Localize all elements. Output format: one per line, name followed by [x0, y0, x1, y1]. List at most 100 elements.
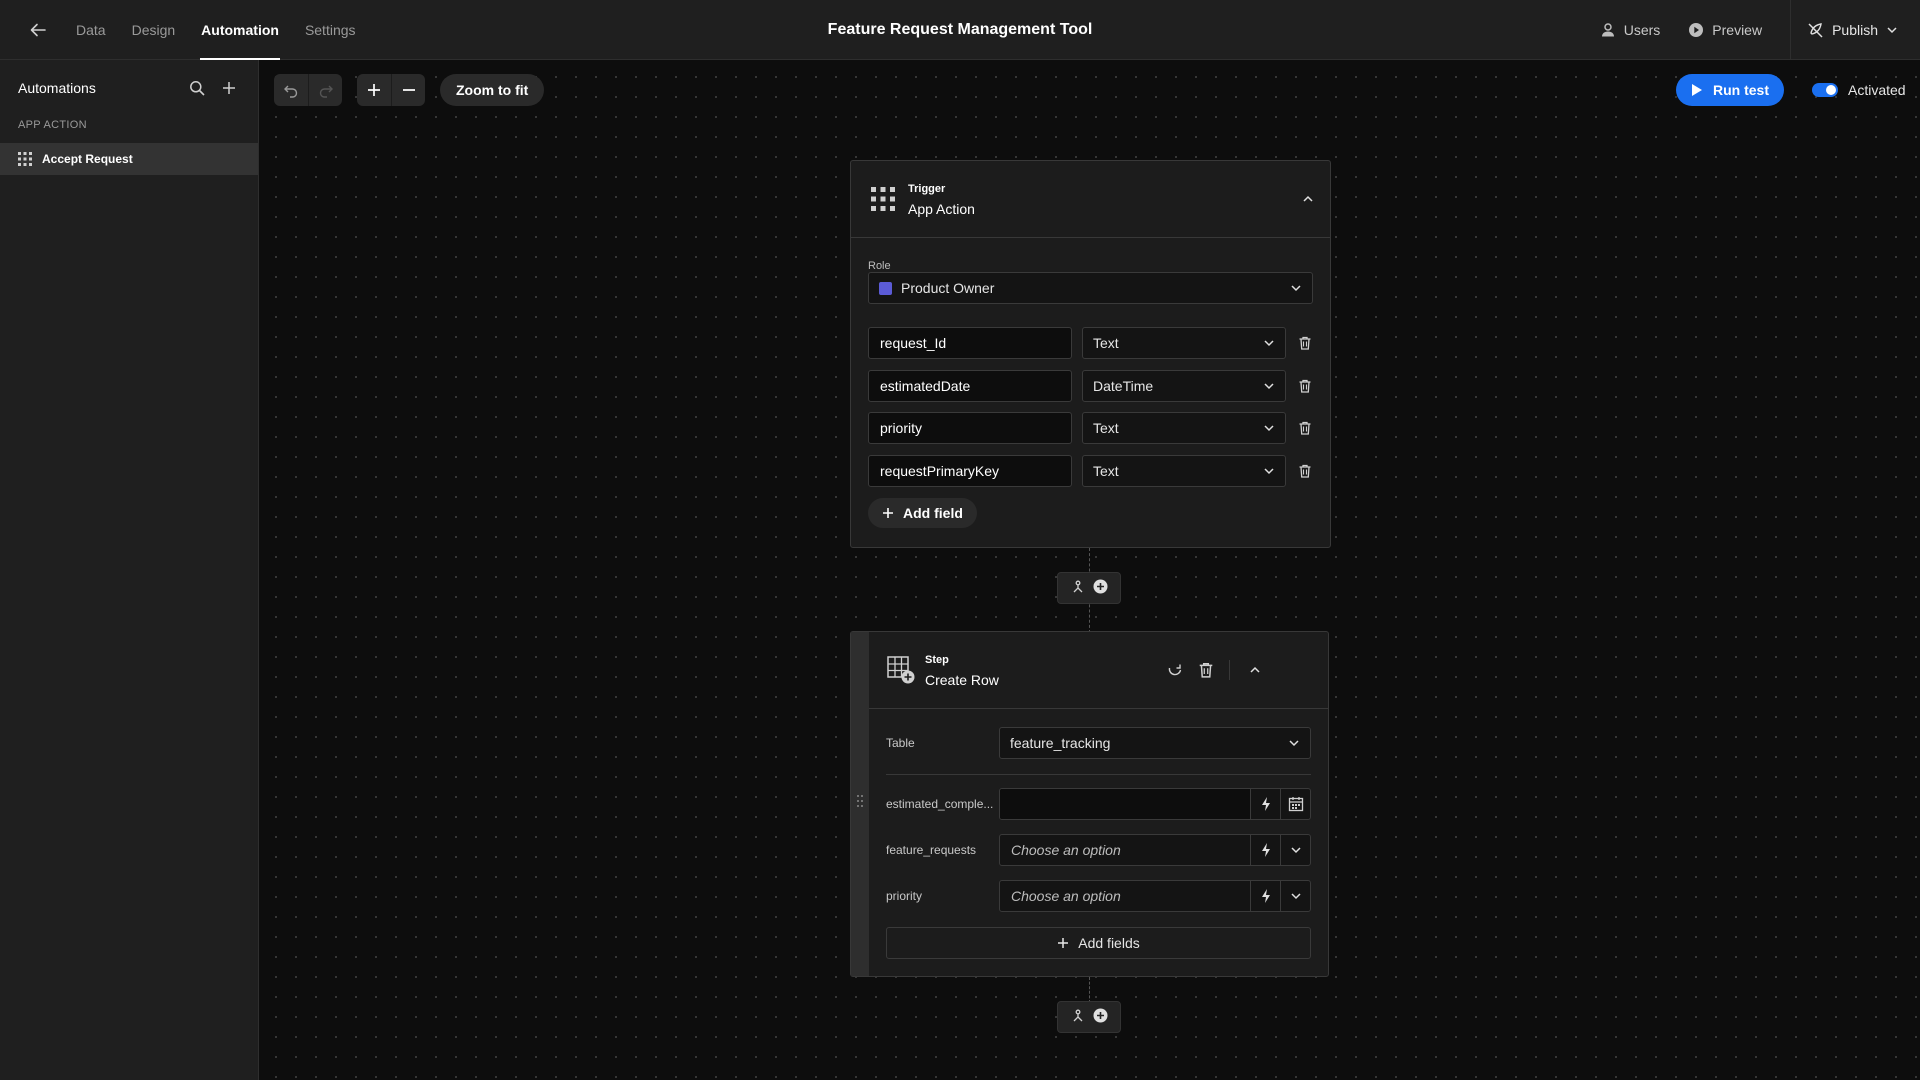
bindings-button[interactable] [1250, 789, 1280, 819]
redo-button[interactable] [308, 74, 342, 106]
calendar-button[interactable] [1280, 789, 1310, 819]
delete-field-button[interactable] [1294, 332, 1316, 354]
chevron-down-icon [1289, 740, 1299, 747]
app-title: Feature Request Management Tool [827, 21, 1093, 38]
field-name-input[interactable] [868, 370, 1072, 402]
add-fields-button[interactable]: Add fields [886, 927, 1311, 959]
zoom-to-fit-button[interactable]: Zoom to fit [440, 74, 545, 106]
publish-label: Publish [1832, 22, 1878, 38]
priority-field: Choose an option [999, 880, 1311, 912]
role-select[interactable]: Product Owner [868, 272, 1313, 304]
top-bar: Data Design Automation Settings Feature … [0, 0, 1920, 60]
feature-requests-field: Choose an option [999, 834, 1311, 866]
create-row-icon [887, 656, 915, 684]
plus-circle-icon [1093, 1008, 1107, 1023]
zoom-controls [357, 74, 425, 106]
field-name-input[interactable] [868, 412, 1072, 444]
plus-circle-icon [1093, 579, 1107, 594]
top-actions: Users Preview Publish [1600, 0, 1920, 60]
trigger-collapse-button[interactable] [1296, 187, 1320, 211]
field-type-value: DateTime [1093, 378, 1154, 394]
step-card: Step Create Row Table feature_tracking e… [850, 631, 1329, 977]
row-field-label: feature_requests [886, 843, 977, 857]
step-collapse-button[interactable] [1243, 658, 1267, 682]
users-button[interactable]: Users [1600, 22, 1660, 38]
sidebar-item-accept-request[interactable]: Accept Request [0, 143, 258, 175]
tab-settings[interactable]: Settings [304, 0, 357, 60]
chevron-down-icon [1290, 893, 1301, 900]
step-drag-handle[interactable] [851, 632, 869, 976]
step-kicker: Step [925, 654, 949, 666]
add-branch-button[interactable] [1071, 1009, 1085, 1026]
date-input[interactable] [1000, 789, 1250, 819]
field-type-select[interactable]: Text [1082, 412, 1286, 444]
refresh-icon [1168, 664, 1182, 676]
back-button[interactable] [26, 18, 50, 42]
trigger-heading: App Action [908, 201, 975, 217]
delete-step-button[interactable] [1194, 658, 1218, 682]
automations-sidebar: Automations APP ACTION Accept Request [0, 60, 259, 1080]
add-step-button[interactable] [1093, 1008, 1108, 1026]
field-name-input[interactable] [868, 327, 1072, 359]
sidebar-title: Automations [18, 80, 96, 96]
drag-handle-icon [857, 795, 863, 807]
refresh-step-button[interactable] [1163, 658, 1187, 682]
delete-field-button[interactable] [1294, 417, 1316, 439]
tab-automation[interactable]: Automation [200, 0, 280, 60]
calendar-icon [1288, 797, 1303, 812]
option-select[interactable]: Choose an option [1000, 881, 1250, 911]
add-automation-button[interactable] [218, 77, 240, 99]
plus-icon [368, 84, 380, 96]
search-icon [190, 81, 205, 96]
field-type-select[interactable]: DateTime [1082, 370, 1286, 402]
undo-button[interactable] [274, 74, 308, 106]
activated-label: Activated [1848, 82, 1906, 98]
bindings-button[interactable] [1250, 881, 1280, 911]
delete-field-button[interactable] [1294, 460, 1316, 482]
lightning-icon [1261, 889, 1270, 903]
rocket-off-icon [1808, 22, 1823, 38]
zoom-in-button[interactable] [357, 74, 391, 106]
option-select[interactable]: Choose an option [1000, 835, 1250, 865]
publish-button[interactable]: Publish [1791, 0, 1920, 60]
bindings-button[interactable] [1250, 835, 1280, 865]
search-automations-button[interactable] [186, 77, 208, 99]
play-icon [1692, 84, 1702, 96]
sidebar-header: Automations [18, 76, 240, 100]
run-test-button[interactable]: Run test [1676, 74, 1784, 106]
lightning-icon [1261, 843, 1270, 857]
dropdown-button[interactable] [1280, 835, 1310, 865]
branch-icon [1073, 1009, 1082, 1021]
main-nav: Data Design Automation Settings [75, 0, 381, 60]
delete-field-button[interactable] [1294, 375, 1316, 397]
field-type-select[interactable]: Text [1082, 455, 1286, 487]
field-type-select[interactable]: Text [1082, 327, 1286, 359]
tab-data[interactable]: Data [75, 0, 107, 60]
redo-icon [319, 85, 333, 98]
add-step-button[interactable] [1093, 579, 1108, 597]
add-field-button[interactable]: Add field [868, 498, 977, 528]
preview-label: Preview [1712, 22, 1763, 38]
chevron-down-icon [1887, 27, 1897, 34]
row-field-label: priority [886, 889, 923, 903]
dropdown-button[interactable] [1280, 881, 1310, 911]
tab-design[interactable]: Design [131, 0, 177, 60]
field-name-input[interactable] [868, 455, 1072, 487]
activated-toggle[interactable] [1812, 83, 1838, 97]
step-card-header[interactable]: Step Create Row [869, 632, 1328, 709]
trigger-card-header[interactable]: Trigger App Action [851, 161, 1330, 238]
field-type-value: Text [1093, 420, 1119, 436]
connector-controls [1057, 1001, 1121, 1033]
zoom-out-button[interactable] [391, 74, 425, 106]
table-select[interactable]: feature_tracking [999, 727, 1311, 759]
play-circle-icon [1689, 23, 1704, 37]
sidebar-item-label: Accept Request [42, 152, 133, 166]
preview-button[interactable]: Preview [1688, 22, 1762, 38]
trash-icon [1299, 421, 1311, 435]
add-branch-button[interactable] [1071, 580, 1085, 597]
row-field-label: estimated_comple... [886, 797, 994, 811]
minus-icon [402, 89, 415, 91]
trigger-kicker: Trigger [908, 183, 946, 195]
grid-icon [18, 152, 32, 166]
automation-canvas[interactable]: Zoom to fit Run test Activated Trigger A… [260, 61, 1920, 1080]
